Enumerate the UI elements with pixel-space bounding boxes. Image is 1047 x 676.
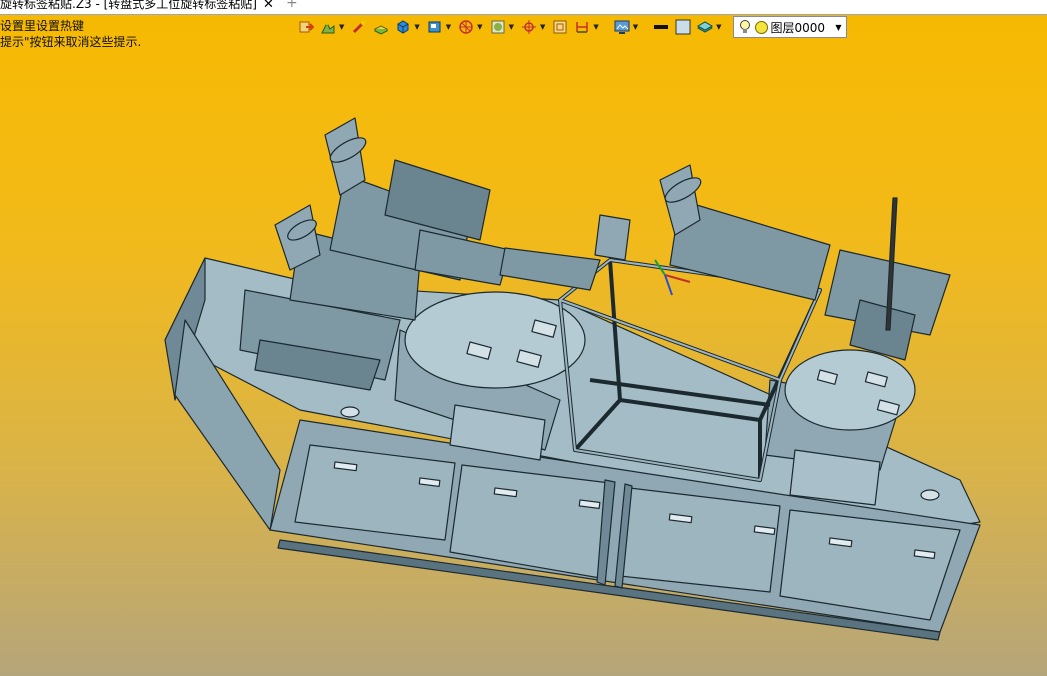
turntable-right bbox=[784, 349, 916, 431]
chevron-down-icon[interactable]: ▼ bbox=[477, 23, 482, 31]
cube-icon[interactable] bbox=[393, 17, 413, 37]
layer-name: 图层0000 bbox=[770, 20, 826, 35]
model-viewport[interactable] bbox=[0, 40, 1047, 676]
add-tab-icon[interactable]: + bbox=[286, 0, 298, 11]
cabinet-door bbox=[619, 487, 781, 593]
layer-select[interactable]: 图层0000 ▼ bbox=[732, 16, 847, 38]
document-tab-title: 旋转标签粘贴.Z3 - [转盘式多工位旋转标签粘贴] bbox=[0, 0, 257, 11]
close-icon[interactable]: ✕ bbox=[263, 0, 274, 12]
hint-line-1: 设置里设置热键 bbox=[0, 19, 85, 33]
chevron-down-icon[interactable]: ▼ bbox=[633, 23, 638, 31]
layer-color-icon bbox=[754, 20, 768, 34]
dimension-icon[interactable] bbox=[572, 17, 592, 37]
view-cube-icon[interactable] bbox=[425, 17, 445, 37]
construction-icon[interactable] bbox=[318, 17, 338, 37]
chevron-down-icon[interactable]: ▼ bbox=[835, 23, 841, 32]
axis-icon[interactable] bbox=[519, 17, 539, 37]
window-icon[interactable] bbox=[550, 17, 570, 37]
chevron-down-icon[interactable]: ▼ bbox=[446, 23, 451, 31]
chevron-down-icon[interactable]: ▼ bbox=[339, 23, 344, 31]
turntable-left bbox=[404, 291, 586, 389]
line-color-icon[interactable] bbox=[651, 17, 671, 37]
display-icon[interactable] bbox=[612, 17, 632, 37]
chevron-down-icon[interactable]: ▼ bbox=[540, 23, 545, 31]
wand-icon[interactable] bbox=[349, 17, 369, 37]
cross-section-icon[interactable] bbox=[456, 17, 476, 37]
chevron-down-icon[interactable]: ▼ bbox=[509, 23, 514, 31]
extrude-icon[interactable] bbox=[371, 17, 391, 37]
document-tab-bar: 旋转标签粘贴.Z3 - [转盘式多工位旋转标签粘贴] ✕ + bbox=[0, 0, 1047, 15]
chevron-down-icon[interactable]: ▼ bbox=[593, 23, 598, 31]
document-tab[interactable]: 旋转标签粘贴.Z3 - [转盘式多工位旋转标签粘贴] ✕ bbox=[0, 0, 278, 14]
chevron-down-icon[interactable]: ▼ bbox=[716, 23, 721, 31]
exit-icon[interactable] bbox=[296, 17, 316, 37]
layer-stack-icon[interactable] bbox=[695, 17, 715, 37]
view-toolbar: ▼ ▼ ▼ ▼ ▼ ▼ ▼ ▼ ▼ 图层0000 ▼ bbox=[296, 16, 847, 38]
chevron-down-icon[interactable]: ▼ bbox=[414, 23, 419, 31]
sphere-icon[interactable] bbox=[488, 17, 508, 37]
face-color-icon[interactable] bbox=[673, 17, 693, 37]
lightbulb-icon[interactable] bbox=[737, 19, 753, 35]
